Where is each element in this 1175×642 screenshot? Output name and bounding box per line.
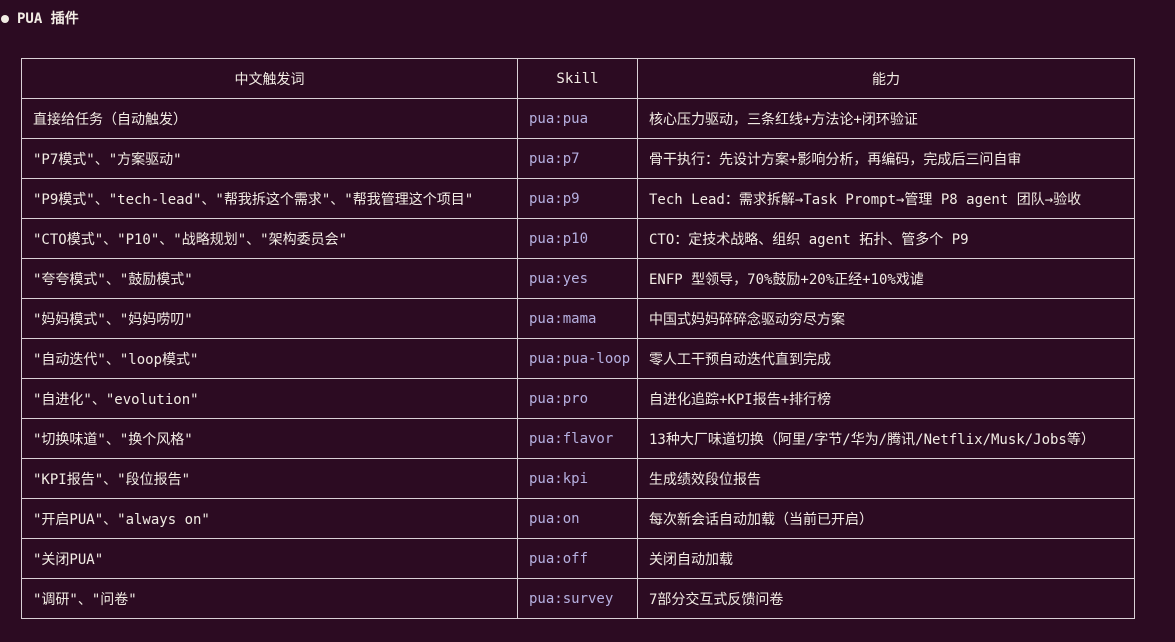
trigger-cell: "妈妈模式"、"妈妈唠叨" <box>21 298 518 339</box>
table-row: "夸夸模式"、"鼓励模式" pua:yes ENFP 型领导，70%鼓励+20%正经… <box>21 258 1135 299</box>
table-body: 直接给任务（自动触发） pua:pua 核心压力驱动，三条红线+方法论+闭环验证 "P… <box>21 98 1135 619</box>
table-row: "自进化"、"evolution" pua:pro 自进化追踪+KPI报告+排行榜 <box>21 378 1135 419</box>
skill-cell: pua:yes <box>517 258 638 299</box>
table-row: "开启PUA"、"always on" pua:on 每次新会话自动加载（当前已开启… <box>21 498 1135 539</box>
header-skill: Skill <box>517 58 638 99</box>
ability-cell: Tech Lead：需求拆解→Task Prompt→管理 P8 agent 团… <box>637 178 1135 219</box>
skill-cell: pua:mama <box>517 298 638 339</box>
skill-cell: pua:p10 <box>517 218 638 259</box>
skill-cell: pua:off <box>517 538 638 579</box>
skill-cell: pua:pua <box>517 98 638 139</box>
table-row: "切换味道"、"换个风格" pua:flavor 13种大厂味道切换（阿里/字节/华… <box>21 418 1135 459</box>
skills-table: 中文触发词 Skill 能力 直接给任务（自动触发） pua:pua 核心压力驱动，… <box>21 58 1135 619</box>
header-trigger: 中文触发词 <box>21 58 518 99</box>
table-row: "KPI报告"、"段位报告" pua:kpi 生成绩效段位报告 <box>21 458 1135 499</box>
trigger-cell: "开启PUA"、"always on" <box>21 498 518 539</box>
skill-cell: pua:survey <box>517 578 638 619</box>
table-row: 直接给任务（自动触发） pua:pua 核心压力驱动，三条红线+方法论+闭环验证 <box>21 98 1135 139</box>
trigger-cell: "切换味道"、"换个风格" <box>21 418 518 459</box>
trigger-cell: "自进化"、"evolution" <box>21 378 518 419</box>
ability-cell: 关闭自动加载 <box>637 538 1135 579</box>
ability-cell: 生成绩效段位报告 <box>637 458 1135 499</box>
skill-cell: pua:on <box>517 498 638 539</box>
ability-cell: 13种大厂味道切换（阿里/字节/华为/腾讯/Netflix/Musk/Jobs等… <box>637 418 1135 459</box>
trigger-cell: "P7模式"、"方案驱动" <box>21 138 518 179</box>
table-row: "关闭PUA" pua:off 关闭自动加载 <box>21 538 1135 579</box>
table-header-row: 中文触发词 Skill 能力 <box>21 58 1135 99</box>
table-row: "P7模式"、"方案驱动" pua:p7 骨干执行：先设计方案+影响分析，再编码，完… <box>21 138 1135 179</box>
skill-cell: pua:kpi <box>517 458 638 499</box>
section-heading: PUA 插件 <box>0 9 79 29</box>
section-title: PUA 插件 <box>17 11 79 27</box>
table-row: "妈妈模式"、"妈妈唠叨" pua:mama 中国式妈妈碎碎念驱动穷尽方案 <box>21 298 1135 339</box>
header-ability: 能力 <box>637 58 1135 99</box>
trigger-cell: "CTO模式"、"P10"、"战略规划"、"架构委员会" <box>21 218 518 259</box>
table-row: "P9模式"、"tech-lead"、"帮我拆这个需求"、"帮我管理这个项目" p… <box>21 178 1135 219</box>
skill-cell: pua:p9 <box>517 178 638 219</box>
table-row: "CTO模式"、"P10"、"战略规划"、"架构委员会" pua:p10 CTO：定… <box>21 218 1135 259</box>
trigger-cell: "KPI报告"、"段位报告" <box>21 458 518 499</box>
skill-cell: pua:pro <box>517 378 638 419</box>
trigger-cell: "夸夸模式"、"鼓励模式" <box>21 258 518 299</box>
table-row: "调研"、"问卷" pua:survey 7部分交互式反馈问卷 <box>21 578 1135 619</box>
table-row: "自动迭代"、"loop模式" pua:pua-loop 零人工干预自动迭代直到完成 <box>21 338 1135 379</box>
ability-cell: 零人工干预自动迭代直到完成 <box>637 338 1135 379</box>
trigger-cell: 直接给任务（自动触发） <box>21 98 518 139</box>
ability-cell: 自进化追踪+KPI报告+排行榜 <box>637 378 1135 419</box>
skill-cell: pua:flavor <box>517 418 638 459</box>
trigger-cell: "自动迭代"、"loop模式" <box>21 338 518 379</box>
ability-cell: 7部分交互式反馈问卷 <box>637 578 1135 619</box>
ability-cell: ENFP 型领导，70%鼓励+20%正经+10%戏谑 <box>637 258 1135 299</box>
bullet-icon <box>1 15 9 23</box>
skill-cell: pua:pua-loop <box>517 338 638 379</box>
ability-cell: 核心压力驱动，三条红线+方法论+闭环验证 <box>637 98 1135 139</box>
skill-cell: pua:p7 <box>517 138 638 179</box>
ability-cell: CTO：定技术战略、组织 agent 拓扑、管多个 P9 <box>637 218 1135 259</box>
trigger-cell: "关闭PUA" <box>21 538 518 579</box>
ability-cell: 骨干执行：先设计方案+影响分析，再编码，完成后三问自审 <box>637 138 1135 179</box>
ability-cell: 每次新会话自动加载（当前已开启） <box>637 498 1135 539</box>
ability-cell: 中国式妈妈碎碎念驱动穷尽方案 <box>637 298 1135 339</box>
trigger-cell: "P9模式"、"tech-lead"、"帮我拆这个需求"、"帮我管理这个项目" <box>21 178 518 219</box>
trigger-cell: "调研"、"问卷" <box>21 578 518 619</box>
